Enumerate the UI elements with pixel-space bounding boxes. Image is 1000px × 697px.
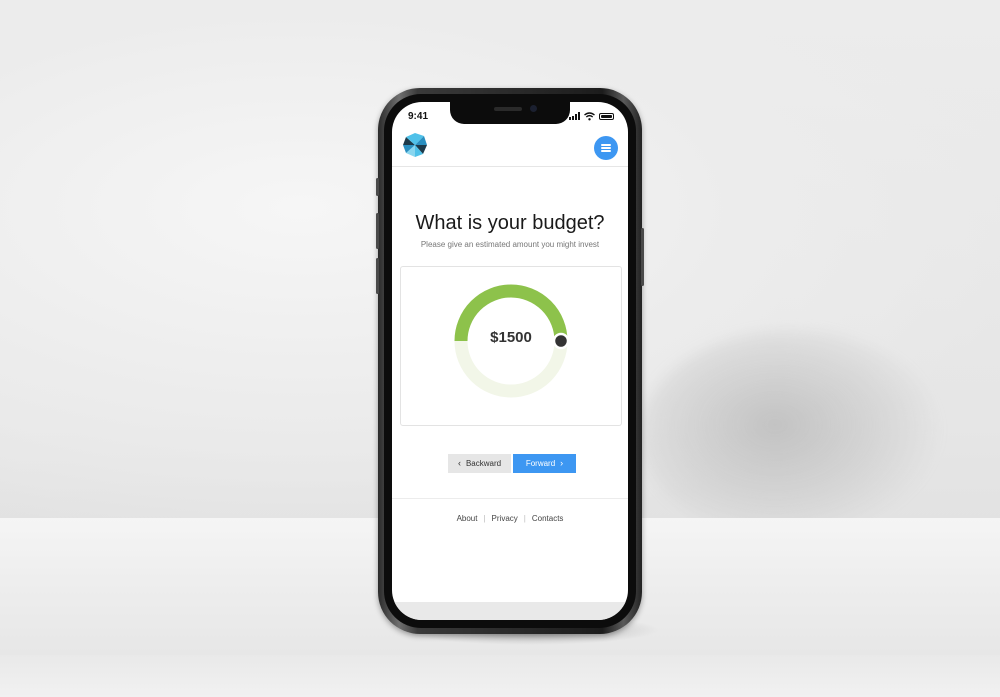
phone-screen: 9:41 What is your budget? Please give an… — [392, 102, 628, 620]
status-icons — [569, 111, 614, 121]
plant-shadow — [640, 330, 940, 540]
home-indicator-area — [392, 602, 628, 620]
footer-link-about[interactable]: About — [457, 514, 478, 523]
backward-button-label: Backward — [465, 459, 502, 468]
footer-divider — [392, 498, 628, 499]
budget-value: $1500 — [490, 329, 532, 346]
app-header — [392, 126, 628, 167]
footer-links: About | Privacy | Contacts — [392, 514, 628, 523]
notch — [450, 102, 570, 124]
forward-button[interactable]: Forward › — [513, 454, 576, 473]
backward-button[interactable]: ‹ Backward — [448, 454, 511, 473]
footer-link-contacts[interactable]: Contacts — [532, 514, 564, 523]
hamburger-menu-icon — [601, 144, 611, 152]
power-button — [641, 228, 644, 286]
front-camera — [530, 105, 537, 112]
chevron-right-icon: › — [560, 458, 564, 468]
signal-icon — [569, 112, 580, 120]
silent-switch — [376, 178, 379, 196]
budget-card: $1500 — [400, 266, 622, 426]
table-edge — [0, 655, 1000, 697]
page-title: What is your budget? — [415, 212, 605, 234]
page-subtitle: Please give an estimated amount you migh… — [420, 240, 600, 249]
speaker — [494, 107, 522, 111]
status-time: 9:41 — [408, 111, 429, 122]
navigation-buttons: ‹ Backward Forward › — [448, 454, 576, 473]
footer-link-privacy[interactable]: Privacy — [492, 514, 518, 523]
volume-up-button — [376, 213, 379, 249]
phone-device: 9:41 What is your budget? Please give an… — [376, 88, 644, 634]
hamburger-menu-button[interactable] — [594, 136, 618, 160]
footer-separator: | — [523, 514, 526, 523]
chevron-left-icon: ‹ — [457, 458, 461, 468]
forward-button-label: Forward — [525, 459, 556, 468]
footer-separator: | — [483, 514, 486, 523]
pinwheel-logo-icon[interactable] — [402, 132, 428, 158]
volume-down-button — [376, 258, 379, 294]
wifi-icon — [584, 111, 595, 120]
battery-icon — [599, 112, 614, 120]
